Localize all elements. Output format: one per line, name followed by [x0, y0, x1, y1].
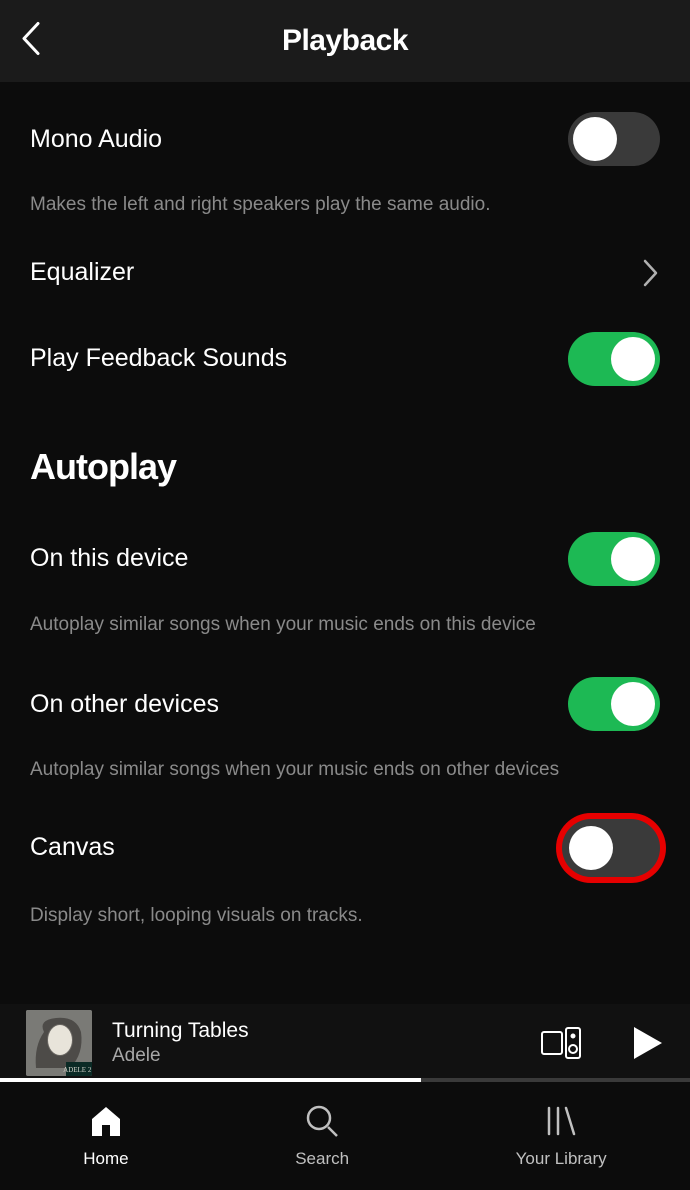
play-icon[interactable]: [632, 1025, 664, 1061]
tab-label: Search: [295, 1149, 349, 1169]
svg-text:ADELE 21: ADELE 21: [63, 1066, 92, 1074]
setting-on-this-device: On this device: [30, 532, 660, 586]
back-button[interactable]: [18, 20, 42, 63]
on-other-devices-toggle[interactable]: [568, 677, 660, 731]
setting-description: Display short, looping visuals on tracks…: [30, 903, 660, 929]
home-icon: [88, 1103, 124, 1139]
header: Playback: [0, 0, 690, 82]
track-info: Turning Tables Adele: [112, 1019, 249, 1067]
mono-audio-toggle[interactable]: [568, 112, 660, 166]
setting-label: Mono Audio: [30, 125, 162, 154]
track-artist: Adele: [112, 1045, 249, 1067]
setting-label: Canvas: [30, 833, 115, 862]
tab-bar: Home Search Your Library: [0, 1082, 690, 1190]
tab-search[interactable]: Search: [295, 1103, 349, 1169]
tab-library[interactable]: Your Library: [516, 1103, 607, 1169]
setting-label: On this device: [30, 544, 188, 573]
library-icon: [543, 1103, 579, 1139]
page-title: Playback: [0, 24, 690, 58]
on-this-device-toggle[interactable]: [568, 532, 660, 586]
tab-label: Your Library: [516, 1149, 607, 1169]
chevron-right-icon: [642, 258, 660, 288]
setting-description: Autoplay similar songs when your music e…: [30, 612, 660, 638]
setting-description: Makes the left and right speakers play t…: [30, 192, 660, 218]
setting-description: Autoplay similar songs when your music e…: [30, 757, 660, 783]
setting-canvas: Canvas: [30, 819, 660, 877]
setting-label: Equalizer: [30, 258, 134, 287]
setting-on-other-devices: On other devices: [30, 677, 660, 731]
tab-label: Home: [83, 1149, 128, 1169]
tab-home[interactable]: Home: [83, 1103, 128, 1169]
setting-feedback-sounds: Play Feedback Sounds: [30, 332, 660, 386]
canvas-toggle[interactable]: [562, 819, 660, 877]
feedback-sounds-toggle[interactable]: [568, 332, 660, 386]
chevron-left-icon: [18, 20, 42, 58]
setting-label: Play Feedback Sounds: [30, 344, 287, 373]
devices-icon[interactable]: [540, 1026, 582, 1060]
settings-content: Mono Audio Makes the left and right spea…: [0, 82, 690, 1004]
track-title: Turning Tables: [112, 1019, 249, 1043]
setting-equalizer[interactable]: Equalizer: [30, 258, 660, 288]
progress-bar[interactable]: [0, 1078, 690, 1082]
now-playing-bar[interactable]: ADELE 21 Turning Tables Adele: [0, 1004, 690, 1082]
album-art: ADELE 21: [26, 1010, 92, 1076]
search-icon: [304, 1103, 340, 1139]
setting-mono-audio: Mono Audio: [30, 112, 660, 166]
section-title-autoplay: Autoplay: [30, 446, 660, 488]
setting-label: On other devices: [30, 690, 219, 719]
